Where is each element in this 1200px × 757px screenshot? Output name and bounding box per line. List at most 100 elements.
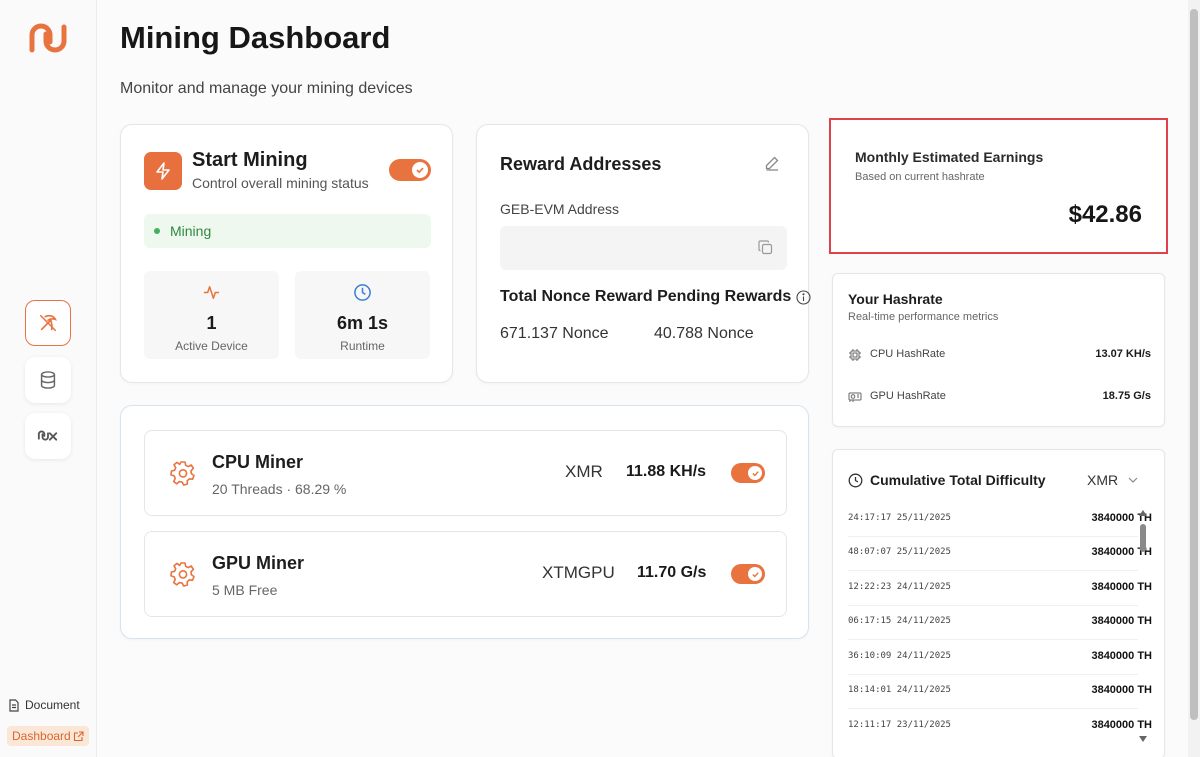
miner-logo[interactable]: [28, 22, 68, 54]
brand-nx-icon: [37, 430, 58, 441]
coin-select[interactable]: XMR: [1087, 472, 1138, 488]
cpu-hashrate-row: CPU HashRate 13.07 KH/s: [848, 347, 1151, 363]
earnings-subtitle: Based on current hashrate: [855, 171, 985, 183]
difficulty-card: Cumulative Total Difficulty XMR 24:17:17…: [832, 449, 1165, 757]
check-icon: [416, 167, 424, 174]
nav-database[interactable]: [25, 357, 71, 403]
document-label: Document: [25, 698, 80, 712]
difficulty-time: 12:11:17 23/11/2025: [848, 720, 951, 730]
bolt-icon-box: [144, 152, 182, 190]
chevron-down-icon: [1128, 477, 1138, 483]
gear-icon: [170, 461, 195, 486]
page-subtitle: Monitor and manage your mining devices: [120, 80, 413, 97]
gpu-icon: [848, 392, 862, 402]
runtime-stat: 6m 1s Runtime: [295, 271, 430, 359]
window-scroll-thumb[interactable]: [1190, 9, 1198, 720]
difficulty-row: 24:17:17 25/11/2025 3840000 TH: [848, 503, 1152, 537]
gpu-hashrate-row: GPU HashRate 18.75 G/s: [848, 389, 1151, 405]
earnings-value: $42.86: [1068, 201, 1142, 228]
active-device-stat: 1 Active Device: [144, 271, 279, 359]
start-mining-title: Start Mining: [192, 149, 308, 171]
pickaxe-icon: [39, 314, 57, 332]
difficulty-row: 36:10:09 24/11/2025 3840000 TH: [848, 641, 1152, 675]
nav-brand-nx[interactable]: [25, 413, 71, 459]
difficulty-header: Cumulative Total Difficulty: [848, 472, 1046, 488]
difficulty-row: 12:22:23 24/11/2025 3840000 TH: [848, 572, 1152, 606]
difficulty-time: 36:10:09 24/11/2025: [848, 651, 951, 661]
toggle-knob: [748, 567, 762, 581]
difficulty-time: 06:17:15 24/11/2025: [848, 616, 951, 626]
hashrate-title: Your Hashrate: [848, 291, 943, 307]
cpu-miner-coin: XMR: [565, 462, 603, 481]
dashboard-label: Dashboard: [12, 729, 71, 743]
reward-title: Reward Addresses: [500, 154, 662, 174]
bolt-icon: [156, 162, 170, 180]
gpu-miner-name: GPU Miner: [212, 553, 305, 573]
runtime-value: 6m 1s: [336, 313, 389, 333]
address-field[interactable]: [500, 226, 787, 270]
gpu-miner-coin: XTMGPU: [542, 563, 615, 582]
check-icon: [751, 470, 759, 477]
difficulty-scroll-thumb[interactable]: [1140, 524, 1146, 552]
window-scrollbar[interactable]: [1188, 0, 1200, 757]
pending-rewards-title-text: Total Nonce Reward Pending Rewards: [500, 288, 792, 305]
difficulty-time: 12:22:23 24/11/2025: [848, 582, 951, 592]
cpu-icon: [849, 349, 861, 361]
mining-status-text: Mining: [170, 223, 212, 239]
monthly-earnings-card: Monthly Estimated Earnings Based on curr…: [829, 118, 1168, 254]
runtime-label: Runtime: [340, 339, 385, 353]
gear-icon: [170, 562, 195, 587]
clock-icon: [354, 284, 371, 301]
page-title: Mining Dashboard: [120, 20, 391, 55]
gpu-hashrate-label: GPU HashRate: [870, 390, 946, 402]
check-icon: [751, 571, 759, 578]
difficulty-row: 48:07:07 25/11/2025 3840000 TH: [848, 537, 1152, 571]
start-mining-toggle[interactable]: [389, 159, 431, 181]
difficulty-time: 18:14:01 24/11/2025: [848, 685, 951, 695]
start-mining-subtitle: Control overall mining status: [192, 175, 369, 191]
mining-status: Mining: [144, 214, 431, 248]
hashrate-subtitle: Real-time performance metrics: [848, 311, 999, 323]
cpu-miner-row: CPU Miner 20 Threads · 68.29 % XMR 11.88…: [144, 430, 787, 516]
gpu-miner-toggle[interactable]: [731, 564, 765, 584]
dashboard-link[interactable]: Dashboard: [7, 726, 89, 746]
toggle-knob: [748, 466, 762, 480]
active-device-label: Active Device: [175, 339, 248, 353]
difficulty-row: 12:11:17 23/11/2025 3840000 TH: [848, 710, 1152, 744]
edit-icon[interactable]: [764, 155, 780, 171]
pending-rewards-title: Total Nonce Reward Pending Rewards: [500, 288, 811, 306]
gpu-miner-row: GPU Miner 5 MB Free XTMGPU 11.70 G/s: [144, 531, 787, 617]
difficulty-scrollbar[interactable]: [1139, 510, 1147, 742]
gpu-miner-rate: 11.70 G/s: [637, 564, 707, 581]
scroll-up-icon[interactable]: [1139, 510, 1147, 516]
cpu-hashrate-label: CPU HashRate: [870, 348, 946, 360]
difficulty-title: Cumulative Total Difficulty: [870, 472, 1046, 488]
pending-nonce-reward: 40.788 Nonce: [654, 325, 754, 342]
status-dot: [154, 228, 160, 234]
difficulty-time: 24:17:17 25/11/2025: [848, 513, 951, 523]
cpu-miner-name: CPU Miner: [212, 452, 304, 472]
clock-icon: [848, 473, 863, 487]
earnings-title: Monthly Estimated Earnings: [855, 149, 1044, 165]
start-mining-card: Start Mining Control overall mining stat…: [120, 124, 453, 383]
hashrate-card: Your Hashrate Real-time performance metr…: [832, 273, 1165, 427]
sidebar: Document Dashboard: [0, 0, 97, 757]
nav-mining[interactable]: [25, 300, 71, 346]
gpu-miner-detail: 5 MB Free: [212, 582, 278, 598]
cpu-hashrate-value: 13.07 KH/s: [1095, 348, 1151, 360]
cpu-miner-detail: 20 Threads · 68.29 %: [212, 481, 347, 497]
total-nonce-reward: 671.137 Nonce: [500, 325, 609, 342]
difficulty-row: 18:14:01 24/11/2025 3840000 TH: [848, 675, 1152, 709]
database-icon: [40, 371, 56, 389]
activity-icon: [203, 286, 220, 299]
difficulty-time: 48:07:07 25/11/2025: [848, 547, 951, 557]
cpu-miner-toggle[interactable]: [731, 463, 765, 483]
address-label: GEB-EVM Address: [500, 201, 620, 217]
copy-icon[interactable]: [758, 240, 773, 255]
difficulty-row: 06:17:15 24/11/2025 3840000 TH: [848, 606, 1152, 640]
info-icon[interactable]: [796, 289, 811, 305]
document-link[interactable]: Document: [8, 698, 80, 712]
active-device-value: 1: [206, 313, 217, 333]
scroll-down-icon[interactable]: [1139, 736, 1147, 742]
toggle-knob: [412, 162, 428, 178]
